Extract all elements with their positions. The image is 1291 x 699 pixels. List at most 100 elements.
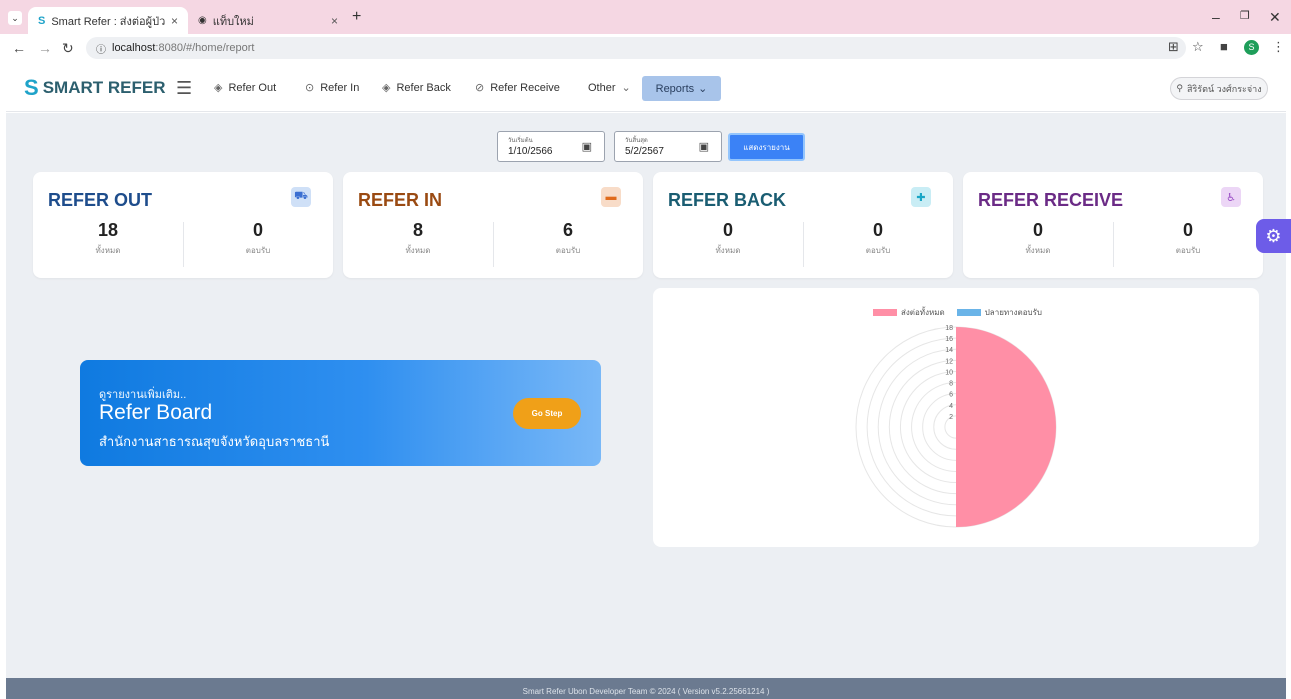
truck-icon: ⛟ xyxy=(291,187,311,207)
close-tab-icon[interactable]: × xyxy=(171,14,178,28)
end-date-label: วันสิ้นสุด xyxy=(625,138,648,144)
end-date-input[interactable]: วันสิ้นสุด 5/2/2567 ▣ xyxy=(614,131,722,162)
end-date-value: 5/2/2567 xyxy=(625,146,664,157)
nav-label: Refer Receive xyxy=(490,81,560,94)
card-total: 0 xyxy=(1032,220,1043,240)
minimize-icon[interactable]: – xyxy=(1212,9,1220,25)
reload-icon[interactable]: ↻ xyxy=(62,40,74,57)
tick-label: 18 xyxy=(945,325,953,332)
card-total-label: ทั้งหมด xyxy=(95,246,121,255)
settings-gear-icon[interactable]: ⚙ xyxy=(1256,219,1291,253)
card-title: REFER RECEIVE xyxy=(978,190,1124,210)
start-date-value: 1/10/2566 xyxy=(508,146,553,157)
refer-board-banner: ดูรายงานเพิ่มเติม.. Refer Board สำนักงาน… xyxy=(80,360,601,466)
start-date-input[interactable]: วันเริ่มต้น 1/10/2566 ▣ xyxy=(497,131,605,162)
side-panel-icon[interactable]: ■ xyxy=(1220,39,1228,54)
app-navbar: S SMART REFER ☰ ◈ Refer Out ⊙ Refer In ◈… xyxy=(6,64,1286,112)
chrome-icon: ◉ xyxy=(198,15,207,26)
tick-label: 2 xyxy=(949,414,953,421)
browser-toolbar: ← → ↻ ⓘ localhost:8080/#/home/report ⊞ ☆… xyxy=(0,34,1291,62)
card-total-label: ทั้งหมด xyxy=(405,246,431,255)
tab-title: Smart Refer : ส่งต่อผู้ป่วย v5.2.2 xyxy=(51,15,165,28)
card-refer-back[interactable]: REFER BACK ✚ 0 ทั้งหมด 0 ตอบรับ xyxy=(653,172,953,278)
banner-title: Refer Board xyxy=(99,401,213,424)
nav-refer-in[interactable]: ⊙ Refer In xyxy=(305,81,360,95)
browser-tab-inactive[interactable]: ◉ แท็บใหม่ × xyxy=(188,7,348,34)
nav-label: Refer In xyxy=(320,81,360,94)
nav-label: Other xyxy=(588,81,616,94)
nav-label: Refer Back xyxy=(396,81,451,94)
tick-label: 6 xyxy=(949,392,953,399)
card-refer-in[interactable]: REFER IN ▬ 8 ทั้งหมด 6 ตอบรับ xyxy=(343,172,643,278)
show-report-button[interactable]: แสดงรายงาน xyxy=(728,133,805,161)
tab-title: แท็บใหม่ xyxy=(212,15,254,28)
tab-search-icon[interactable]: ⌄ xyxy=(8,11,22,25)
calendar-icon[interactable]: ▣ xyxy=(582,140,592,153)
restore-icon[interactable]: ❐ xyxy=(1240,9,1250,22)
profile-avatar[interactable]: S xyxy=(1244,40,1259,55)
card-total-label: ทั้งหมด xyxy=(715,246,741,255)
hamburger-menu-icon[interactable]: ☰ xyxy=(176,78,192,99)
card-accepted: 0 xyxy=(1182,220,1193,240)
bookmark-star-icon[interactable]: ☆ xyxy=(1192,39,1204,55)
favicon-icon: S xyxy=(38,14,46,27)
browser-tab-active[interactable]: S Smart Refer : ส่งต่อผู้ป่วย v5.2.2 × xyxy=(28,7,188,34)
user-menu[interactable]: ⚲ สิริรัตน์ วงศ์กระจ่าง xyxy=(1170,77,1268,100)
menu-kebab-icon[interactable]: ⋮ xyxy=(1272,39,1285,55)
forward-icon[interactable]: → xyxy=(38,40,52,56)
close-window-icon[interactable]: ✕ xyxy=(1269,9,1281,26)
card-accepted: 6 xyxy=(562,220,573,240)
diamond-icon: ◈ xyxy=(382,82,391,94)
new-tab-icon[interactable]: + xyxy=(352,8,361,26)
card-accepted-label: ตอบรับ xyxy=(865,246,891,255)
diamond-icon: ◈ xyxy=(214,82,223,94)
card-accepted-label: ตอบรับ xyxy=(1175,246,1201,255)
translate-icon[interactable]: ⊞ xyxy=(1168,39,1179,55)
card-accepted: 0 xyxy=(252,220,263,240)
close-tab-icon[interactable]: × xyxy=(331,14,338,28)
card-refer-out[interactable]: REFER OUT ⛟ 18 ทั้งหมด 0 ตอบรับ xyxy=(33,172,333,278)
card-title: REFER BACK xyxy=(668,190,787,210)
site-info-icon[interactable]: ⓘ xyxy=(96,41,106,56)
nav-refer-back[interactable]: ◈ Refer Back xyxy=(382,81,451,95)
banner-org: สำนักงานสาธารณสุขจังหวัดอุบลราชธานี xyxy=(99,434,330,449)
polar-slice[interactable] xyxy=(956,327,1056,527)
address-bar[interactable]: ⓘ localhost:8080/#/home/report xyxy=(86,37,1186,59)
card-total: 8 xyxy=(412,220,423,240)
chart-card: ส่งต่อทั้งหมด ปลายทางตอบรับ 2 4 6 8 10 12 14 16… xyxy=(653,288,1259,547)
brand-name: SMART REFER xyxy=(42,78,166,97)
card-total-label: ทั้งหมด xyxy=(1025,246,1051,255)
card-title: REFER OUT xyxy=(48,190,153,210)
tick-label: 4 xyxy=(949,403,953,410)
card-total: 0 xyxy=(722,220,733,240)
nav-refer-out[interactable]: ◈ Refer Out xyxy=(214,81,276,95)
footer-text: Smart Refer Ubon Developer Team © 2024 (… xyxy=(6,678,1286,699)
check-circle-icon: ⊘ xyxy=(475,82,485,94)
nav-other-dropdown[interactable]: Other ⌄ xyxy=(588,81,631,95)
ambulance-icon: ✚ xyxy=(911,187,931,207)
card-refer-receive[interactable]: REFER RECEIVE ♿ 0 ทั้งหมด 0 ตอบรับ xyxy=(963,172,1263,278)
nav-refer-receive[interactable]: ⊘ Refer Receive xyxy=(475,81,560,95)
user-name: สิริรัตน์ วงศ์กระจ่าง xyxy=(1186,83,1262,94)
tick-label: 14 xyxy=(945,347,953,354)
brand-logo[interactable]: S SMART REFER xyxy=(24,75,166,100)
wheelchair-icon: ♿ xyxy=(1221,187,1241,207)
tick-label: 12 xyxy=(945,358,953,365)
nav-reports-dropdown[interactable]: Reports ⌄ xyxy=(642,76,721,101)
chevron-down-icon: ⌄ xyxy=(698,83,708,95)
smart-refer-logo-icon: S xyxy=(24,75,39,100)
card-accepted-label: ตอบรับ xyxy=(555,246,581,255)
card-title: REFER IN xyxy=(358,190,443,210)
tick-label: 16 xyxy=(945,336,953,343)
start-date-label: วันเริ่มต้น xyxy=(508,138,533,144)
go-step-button[interactable]: Go Step xyxy=(513,398,581,429)
url-host: localhost xyxy=(112,42,156,54)
calendar-icon[interactable]: ▣ xyxy=(699,140,709,153)
browser-tab-strip: ⌄ S Smart Refer : ส่งต่อผู้ป่วย v5.2.2 ×… xyxy=(0,0,1291,34)
circle-arrow-icon: ⊙ xyxy=(305,82,315,94)
bed-icon: ▬ xyxy=(601,187,621,207)
card-total: 18 xyxy=(97,220,119,240)
polar-area-chart: 2 4 6 8 10 12 14 16 18 xyxy=(855,325,1057,528)
back-icon[interactable]: ← xyxy=(12,40,26,56)
tick-label: 8 xyxy=(949,381,953,388)
